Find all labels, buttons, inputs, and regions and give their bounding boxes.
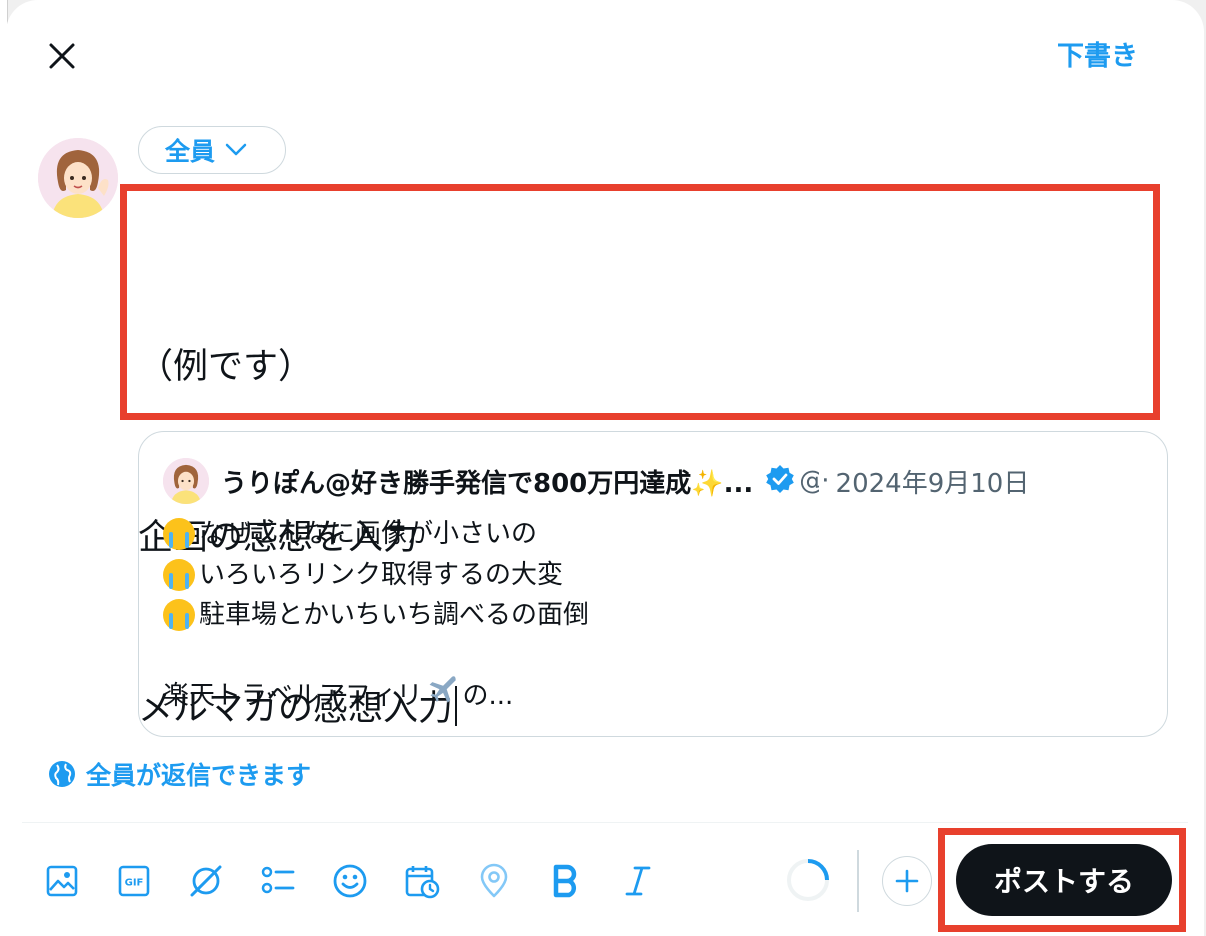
gif-icon: GIF bbox=[118, 865, 150, 897]
post-button[interactable]: ポストする bbox=[956, 844, 1172, 916]
audience-selector[interactable]: 全員 bbox=[138, 126, 286, 174]
compose-line: （例です） bbox=[138, 347, 314, 387]
drafts-button[interactable]: 下書き bbox=[1057, 34, 1138, 73]
quoted-handle: @ bbox=[799, 466, 819, 496]
emoji-icon bbox=[333, 864, 367, 898]
poll-button[interactable] bbox=[254, 857, 302, 905]
globe-icon bbox=[49, 761, 75, 787]
toolbar-separator bbox=[857, 850, 859, 912]
character-count-ring bbox=[784, 856, 832, 908]
grok-icon bbox=[190, 865, 222, 897]
progress-ring-icon bbox=[787, 859, 829, 901]
quoted-line: 楽天トラベルアフィリ の... bbox=[163, 676, 1143, 717]
media-button[interactable] bbox=[38, 857, 86, 905]
audience-label: 全員 bbox=[165, 137, 216, 166]
quoted-line-suffix: の... bbox=[462, 681, 514, 711]
schedule-icon bbox=[405, 866, 440, 899]
separator-dot: · bbox=[821, 466, 830, 496]
italic-icon bbox=[625, 866, 651, 896]
quoted-avatar bbox=[163, 458, 209, 504]
quoted-line-blank bbox=[163, 636, 1143, 677]
avatar[interactable] bbox=[38, 138, 118, 218]
compose-modal: 下書き 全員 （例です） 企画の感想を入力 メルマガの感想入力 うりぽん@好き勝… bbox=[6, 0, 1204, 936]
quoted-line-text: 駐車場とかいちいち調べるの面倒 bbox=[199, 600, 590, 630]
grok-button[interactable] bbox=[182, 857, 230, 905]
schedule-button[interactable] bbox=[398, 857, 446, 905]
verified-badge-icon bbox=[765, 464, 795, 498]
crying-emoji-icon bbox=[163, 518, 195, 551]
bold-icon bbox=[553, 864, 577, 898]
gif-button[interactable]: GIF bbox=[110, 857, 158, 905]
quoted-line: なぜこんなに画像が小さいの bbox=[163, 514, 1143, 555]
poll-icon bbox=[261, 866, 295, 894]
crying-emoji-icon bbox=[163, 558, 195, 591]
plus-icon bbox=[895, 869, 919, 893]
quoted-author-name: うりぽん@好き勝手発信で800万円達成✨... bbox=[221, 468, 754, 499]
quoted-post-header: うりぽん@好き勝手発信で800万円達成✨... @ · 2024年9月10日 bbox=[163, 456, 1147, 506]
reply-setting-button[interactable]: 全員が返信できます bbox=[48, 756, 311, 792]
close-button[interactable] bbox=[36, 30, 88, 82]
toolbar-divider bbox=[22, 822, 1188, 823]
quoted-line: 駐車場とかいちいち調べるの面倒 bbox=[163, 595, 1143, 636]
quoted-date: 2024年9月10日 bbox=[835, 468, 1030, 499]
quoted-post-body: なぜこんなに画像が小さいの いろいろリンク取得するの大変 駐車場とかいちいち調べ… bbox=[163, 514, 1143, 717]
bold-button[interactable] bbox=[542, 857, 590, 905]
avatar-illustration bbox=[38, 138, 118, 218]
quoted-line: いろいろリンク取得するの大変 bbox=[163, 555, 1143, 596]
add-post-button[interactable] bbox=[882, 856, 932, 906]
emoji-button[interactable] bbox=[326, 857, 374, 905]
chevron-down-icon bbox=[225, 143, 247, 156]
crying-emoji-icon bbox=[163, 599, 195, 632]
reply-setting-label: 全員が返信できます bbox=[86, 761, 312, 790]
airplane-emoji-icon bbox=[426, 674, 458, 719]
close-icon bbox=[49, 43, 75, 69]
quoted-post-card[interactable]: うりぽん@好き勝手発信で800万円達成✨... @ · 2024年9月10日 な… bbox=[138, 431, 1168, 737]
quoted-line-text: なぜこんなに画像が小さいの bbox=[199, 519, 538, 549]
media-icon bbox=[46, 865, 78, 897]
svg-text:GIF: GIF bbox=[125, 878, 144, 889]
italic-button[interactable] bbox=[614, 857, 662, 905]
quoted-line-text: いろいろリンク取得するの大変 bbox=[199, 559, 564, 590]
quoted-line-text: 楽天トラベルアフィリ bbox=[163, 681, 423, 711]
location-button[interactable] bbox=[470, 857, 518, 905]
location-icon bbox=[480, 863, 508, 898]
